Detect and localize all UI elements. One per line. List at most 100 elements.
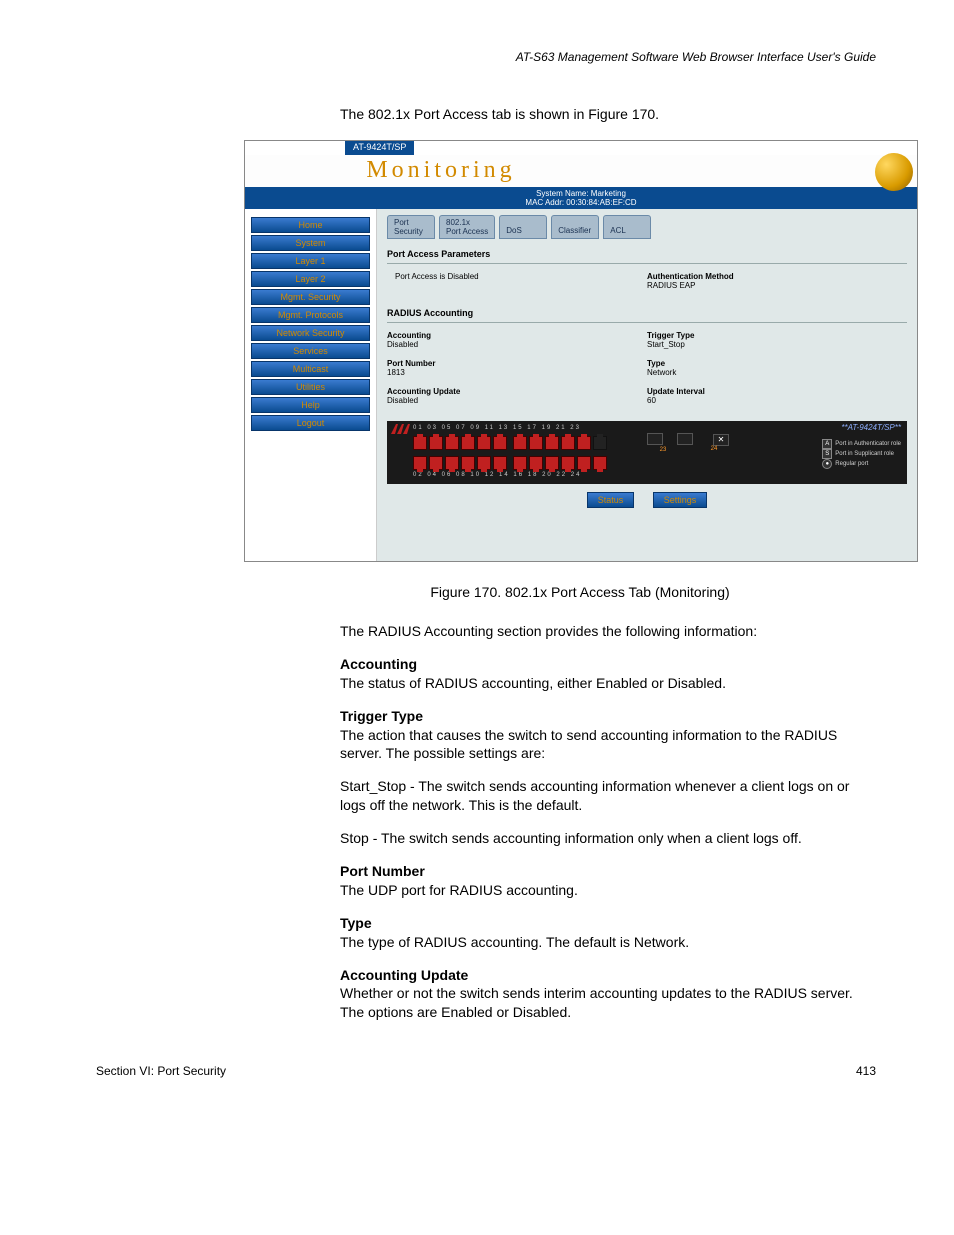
- model-bar: AT-9424T/SP: [345, 141, 414, 155]
- nav-logout[interactable]: Logout: [251, 415, 370, 431]
- tab-port-access[interactable]: 802.1x Port Access: [439, 215, 495, 239]
- nav-layer1[interactable]: Layer 1: [251, 253, 370, 269]
- port-20[interactable]: [561, 456, 575, 470]
- tab-port-security[interactable]: Port Security: [387, 215, 435, 239]
- port-07[interactable]: [461, 436, 475, 450]
- def-portnum-text: The UDP port for RADIUS accounting.: [340, 881, 876, 900]
- accounting-label: Accounting: [387, 331, 647, 340]
- type-label: Type: [647, 359, 907, 368]
- port-03[interactable]: [429, 436, 443, 450]
- def-type-head: Type: [340, 914, 876, 933]
- legend-s-text: Port in Supplicant role: [835, 451, 894, 457]
- auth-method-value: RADIUS EAP: [647, 281, 907, 290]
- nav-system[interactable]: System: [251, 235, 370, 251]
- tab-label: Security: [394, 227, 428, 236]
- nav-mgmt-security[interactable]: Mgmt. Security: [251, 289, 370, 305]
- footer-page: 413: [856, 1064, 876, 1078]
- port-access-params-title: Port Access Parameters: [387, 249, 907, 259]
- tab-acl[interactable]: ACL: [603, 215, 651, 239]
- intro-text: The 802.1x Port Access tab is shown in F…: [340, 106, 876, 122]
- footer-section: Section VI: Port Security: [96, 1064, 226, 1078]
- port-15[interactable]: [529, 436, 543, 450]
- port-21[interactable]: [577, 436, 591, 450]
- legend-s-icon: S: [822, 449, 832, 459]
- port-10[interactable]: [477, 456, 491, 470]
- legend-reg-icon: ●: [822, 459, 832, 469]
- port-14[interactable]: [513, 456, 527, 470]
- settings-button[interactable]: Settings: [653, 492, 708, 508]
- def-portnum-head: Port Number: [340, 862, 876, 881]
- nav-utilities[interactable]: Utilities: [251, 379, 370, 395]
- port-access-status: Port Access is Disabled: [387, 272, 647, 281]
- port-02[interactable]: [413, 456, 427, 470]
- nav-help[interactable]: Help: [251, 397, 370, 413]
- updint-value: 60: [647, 396, 907, 405]
- port-17[interactable]: [545, 436, 559, 450]
- nav-services[interactable]: Services: [251, 343, 370, 359]
- sfp-23[interactable]: [647, 433, 663, 445]
- def-trigger-text: The action that causes the switch to sen…: [340, 726, 876, 764]
- divider: [387, 322, 907, 323]
- port-12[interactable]: [493, 456, 507, 470]
- def-trigger-stop: Stop - The switch sends accounting infor…: [340, 829, 876, 848]
- port-top-numbers: 01 03 05 07 09 11 13 15 17 19 21 23: [413, 425, 901, 431]
- port-22[interactable]: [577, 456, 591, 470]
- port-05[interactable]: [445, 436, 459, 450]
- sfp-24[interactable]: ✕: [713, 434, 729, 446]
- port-09[interactable]: [477, 436, 491, 450]
- screenshot-figure: AT-9424T/SP Monitoring System Name: Mark…: [244, 140, 918, 562]
- port-panel: **AT-9424T/SP** 01 03 05 07 09 11 13 15 …: [387, 421, 907, 484]
- nav-column: Home System Layer 1 Layer 2 Mgmt. Securi…: [245, 209, 377, 561]
- panel-column: Port Security 802.1x Port Access DoS Cla…: [377, 209, 917, 561]
- def-accupd-text: Whether or not the switch sends interim …: [340, 984, 876, 1022]
- port-06[interactable]: [445, 456, 459, 470]
- def-accupd-head: Accounting Update: [340, 966, 876, 985]
- updint-label: Update Interval: [647, 387, 907, 396]
- tab-label: Port: [394, 218, 428, 227]
- port-13[interactable]: [513, 436, 527, 450]
- tab-label: Port Access: [446, 227, 488, 236]
- nav-mgmt-protocols[interactable]: Mgmt. Protocols: [251, 307, 370, 323]
- monitoring-title: Monitoring: [366, 157, 515, 184]
- trigger-value: Start_Stop: [647, 340, 907, 349]
- nav-network-security[interactable]: Network Security: [251, 325, 370, 341]
- def-accounting-head: Accounting: [340, 655, 876, 674]
- divider: [387, 263, 907, 264]
- def-trigger-start: Start_Stop - The switch sends accounting…: [340, 777, 876, 815]
- auth-method-label: Authentication Method: [647, 272, 907, 281]
- port-11[interactable]: [493, 436, 507, 450]
- system-name: System Name: Marketing: [247, 189, 915, 198]
- def-trigger-head: Trigger Type: [340, 707, 876, 726]
- tab-dos[interactable]: DoS: [499, 215, 547, 239]
- port-01[interactable]: [413, 436, 427, 450]
- tab-classifier[interactable]: Classifier: [551, 215, 599, 239]
- port-23[interactable]: [593, 436, 607, 450]
- status-button[interactable]: Status: [587, 492, 635, 508]
- port-24[interactable]: [593, 456, 607, 470]
- trigger-label: Trigger Type: [647, 331, 907, 340]
- accounting-value: Disabled: [387, 340, 647, 349]
- nav-layer2[interactable]: Layer 2: [251, 271, 370, 287]
- port-18[interactable]: [545, 456, 559, 470]
- portnum-label: Port Number: [387, 359, 647, 368]
- radius-intro: The RADIUS Accounting section provides t…: [340, 622, 876, 641]
- def-accounting-text: The status of RADIUS accounting, either …: [340, 674, 876, 693]
- port-08[interactable]: [461, 456, 475, 470]
- legend-a-text: Port in Authenticator role: [835, 441, 901, 447]
- nav-multicast[interactable]: Multicast: [251, 361, 370, 377]
- type-value: Network: [647, 368, 907, 377]
- legend-a-icon: A: [822, 439, 832, 449]
- nav-home[interactable]: Home: [251, 217, 370, 233]
- portnum-value: 1813: [387, 368, 647, 377]
- legend-reg-text: Regular port: [835, 461, 868, 467]
- sfp-23b[interactable]: [677, 433, 693, 445]
- port-04[interactable]: [429, 456, 443, 470]
- port-16[interactable]: [529, 456, 543, 470]
- globe-icon: [875, 153, 913, 191]
- port-legend: APort in Authenticator role SPort in Sup…: [822, 439, 901, 469]
- accupd-label: Accounting Update: [387, 387, 647, 396]
- port-bot-numbers: 02 04 06 08 10 12 14 16 18 20 22 24: [413, 472, 901, 478]
- figure-caption: Figure 170. 802.1x Port Access Tab (Moni…: [244, 584, 916, 600]
- port-19[interactable]: [561, 436, 575, 450]
- def-type-text: The type of RADIUS accounting. The defau…: [340, 933, 876, 952]
